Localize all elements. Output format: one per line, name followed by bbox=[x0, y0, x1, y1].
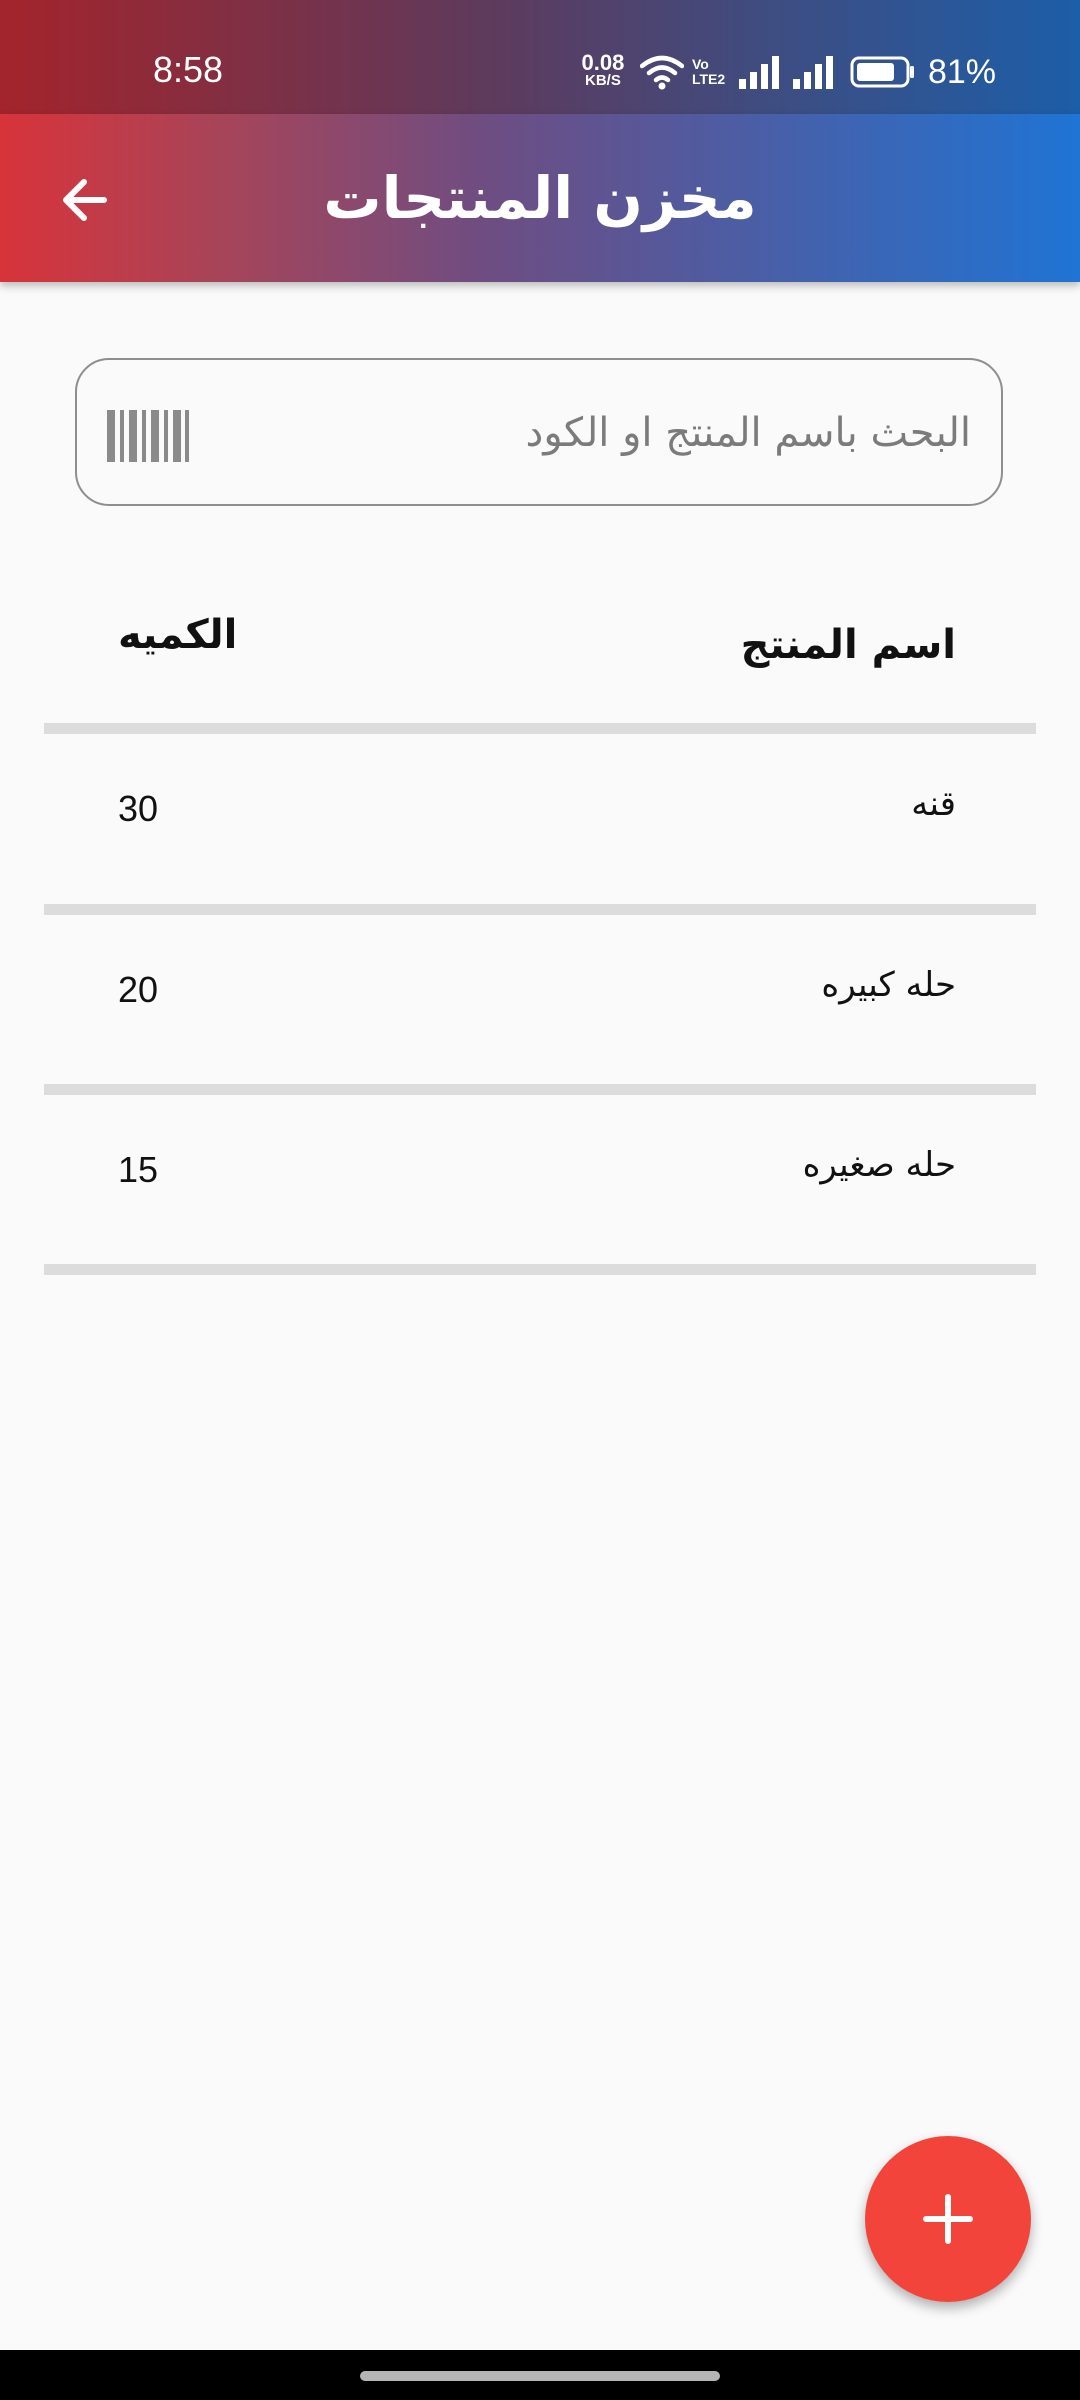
column-header-product-name: اسم المنتج bbox=[740, 622, 956, 668]
product-name-cell: حله كبيره bbox=[821, 965, 956, 1005]
network-speed-value: 0.08 bbox=[581, 50, 625, 75]
table-header: اسم المنتج الكميه bbox=[44, 600, 1036, 690]
search-input[interactable] bbox=[217, 390, 973, 476]
barcode-scan-button[interactable] bbox=[107, 410, 191, 462]
wifi-icon bbox=[639, 55, 684, 90]
row-divider bbox=[44, 904, 1036, 915]
plus-icon bbox=[923, 2194, 973, 2244]
signal-icon-sim2 bbox=[792, 56, 833, 89]
status-icons: 0.08 KB/S Vo LTE2 81% bbox=[576, 48, 996, 96]
status-time: 8:58 bbox=[153, 49, 224, 90]
quantity-cell: 20 bbox=[118, 969, 159, 1010]
quantity-cell: 15 bbox=[118, 1149, 159, 1190]
volte-line2: LTE2 bbox=[691, 71, 726, 87]
table-row[interactable]: حله صغيره 15 bbox=[44, 1095, 1036, 1265]
column-header-quantity: الكميه bbox=[118, 612, 238, 658]
network-speed: 0.08 KB/S bbox=[576, 50, 630, 90]
barcode-icon bbox=[107, 410, 189, 462]
page-title: مخزن المنتجات bbox=[323, 164, 757, 232]
row-divider bbox=[44, 1084, 1036, 1095]
add-product-button[interactable] bbox=[865, 2136, 1031, 2302]
battery-icon bbox=[850, 56, 914, 88]
home-gesture-handle[interactable] bbox=[360, 2371, 720, 2381]
volte-indicator: Vo LTE2 bbox=[692, 57, 732, 87]
product-name-cell: قنه bbox=[911, 784, 956, 824]
status-bar: 8:58 0.08 KB/S Vo LTE2 81% bbox=[0, 0, 1080, 114]
table-row[interactable]: قنه 30 bbox=[44, 734, 1036, 904]
battery-percent: 81% bbox=[927, 52, 996, 91]
product-name-cell: حله صغيره bbox=[802, 1145, 956, 1185]
app-bar: مخزن المنتجات bbox=[0, 114, 1080, 282]
table-row[interactable]: حله كبيره 20 bbox=[44, 915, 1036, 1085]
system-navigation-bar bbox=[0, 2350, 1080, 2400]
quantity-cell: 30 bbox=[118, 788, 159, 829]
volte-line1: Vo bbox=[691, 56, 709, 72]
row-divider bbox=[44, 1264, 1036, 1275]
search-field[interactable] bbox=[75, 358, 1003, 506]
header-divider bbox=[44, 723, 1036, 734]
signal-icon-sim1 bbox=[738, 56, 779, 89]
